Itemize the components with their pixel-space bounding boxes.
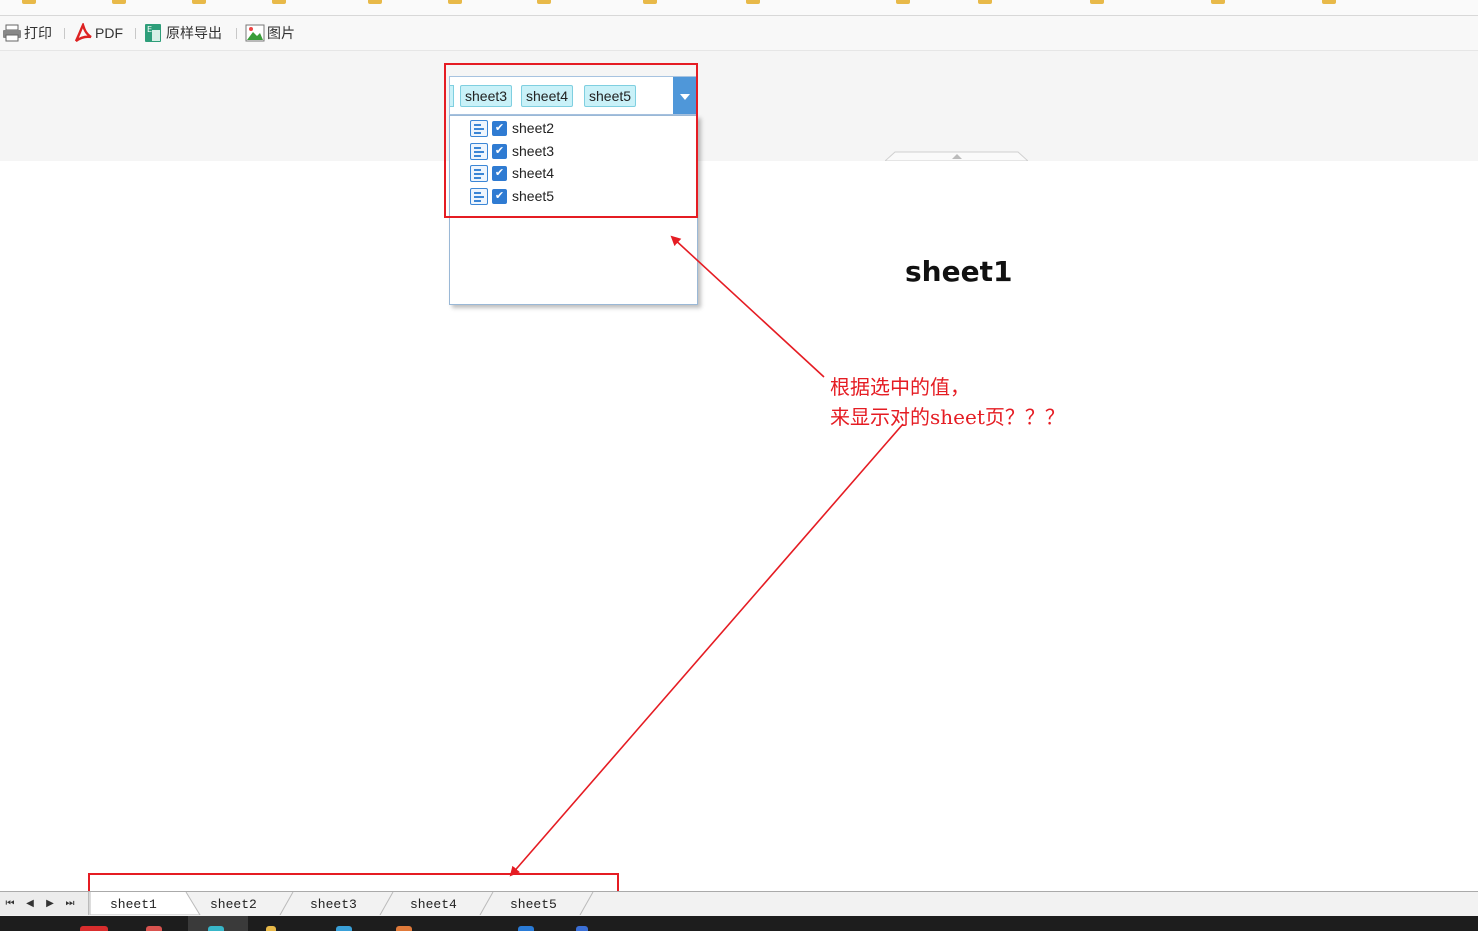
next-sheet-icon[interactable]: ▶: [40, 898, 60, 909]
first-sheet-icon[interactable]: ⏮: [0, 898, 20, 909]
os-taskbar: [0, 916, 1478, 931]
sheet-tab-4[interactable]: sheet4: [390, 892, 490, 915]
taskbar-app-icon[interactable]: [80, 926, 108, 931]
sheet-tab-label: sheet3: [310, 897, 357, 912]
arrow-to-dropdown: [670, 235, 825, 378]
taskbar-app-icon[interactable]: [266, 926, 276, 931]
sheet-navigation: ⏮ ◀ ▶ ⏭: [0, 892, 89, 915]
sheet-tab-5[interactable]: sheet5: [490, 892, 590, 915]
sheet-tab-2[interactable]: sheet2: [190, 892, 290, 915]
last-sheet-icon[interactable]: ⏭: [60, 898, 80, 909]
sheet-tab-label: sheet1: [110, 897, 157, 912]
taskbar-app-icon[interactable]: [336, 926, 352, 931]
taskbar-app-icon[interactable]: [576, 926, 588, 931]
taskbar-app-icon[interactable]: [396, 926, 412, 931]
taskbar-app-icon[interactable]: [518, 926, 534, 931]
sheet-tab-3[interactable]: sheet3: [290, 892, 390, 915]
sheet-tab-label: sheet2: [210, 897, 257, 912]
sheet-tab-bar: ⏮ ◀ ▶ ⏭ sheet1 sheet2 sheet3 sheet4 shee…: [0, 891, 1478, 916]
taskbar-app-icon[interactable]: [146, 926, 162, 931]
taskbar-app-icon[interactable]: [208, 926, 224, 931]
sheet-tab-label: sheet5: [510, 897, 557, 912]
sheet-tab-label: sheet4: [410, 897, 457, 912]
sheet-tab-1[interactable]: sheet1: [90, 892, 200, 915]
prev-sheet-icon[interactable]: ◀: [20, 898, 40, 909]
annotation-arrows: [509, 235, 904, 877]
arrow-to-sheet-tabs: [509, 423, 904, 877]
